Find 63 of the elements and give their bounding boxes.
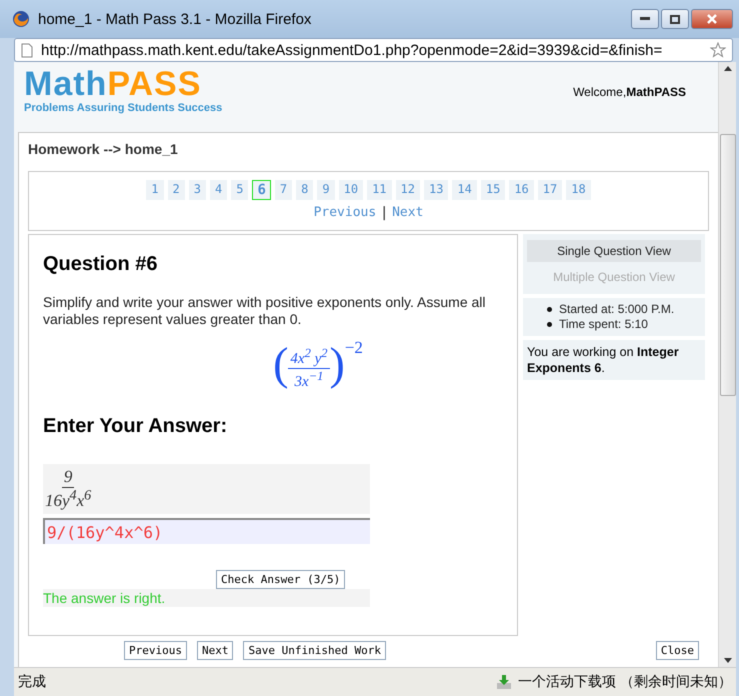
page-link[interactable]: 10 [338, 180, 364, 200]
view-tab[interactable]: Single Question View [527, 240, 701, 262]
minimize-button[interactable] [631, 9, 659, 29]
page-link[interactable]: 15 [480, 180, 506, 200]
page-link[interactable]: 11 [367, 180, 392, 200]
feedback-message: The answer is right. [43, 589, 370, 607]
answer-input[interactable]: 9/(16y^4x^6) [43, 518, 370, 544]
page-link[interactable]: 14 [452, 180, 477, 200]
page-link[interactable]: 8 [296, 180, 314, 200]
page-link[interactable]: 7 [274, 180, 292, 200]
info-item: Started at: 5:000 P.M. [559, 302, 674, 317]
maximize-button[interactable] [661, 9, 689, 29]
question-title: Question #6 [43, 253, 158, 276]
page-link[interactable]: 18 [566, 180, 591, 200]
footer-button[interactable]: Save Unfinished Work [243, 641, 386, 660]
welcome-text: Welcome,MathPASS [573, 85, 686, 99]
page-link[interactable]: 5 [231, 180, 248, 200]
bullet-icon [547, 307, 552, 312]
close-page-button[interactable]: Close [656, 641, 699, 660]
page-link[interactable]: 4 [210, 180, 228, 200]
star-icon[interactable] [710, 42, 726, 58]
download-icon [496, 674, 512, 690]
bullet-icon [547, 322, 552, 327]
breadcrumb: Homework --> home_1 [28, 141, 179, 157]
page-link[interactable]: 13 [424, 180, 448, 200]
next-link[interactable]: Next [392, 205, 424, 220]
parenthesis: ) [330, 340, 345, 388]
page-link[interactable]: 9 [317, 180, 335, 200]
parenthesis: ( [273, 340, 288, 388]
minimize-icon [640, 17, 650, 21]
close-icon [707, 14, 717, 24]
firefox-icon [12, 10, 30, 28]
address-field[interactable]: http://mathpass.math.kent.edu/takeAssignmentDo1.php?openmode=2&id=3939&cid=&finish= [14, 38, 733, 62]
scroll-up-icon[interactable] [724, 66, 732, 71]
working-on-text: You are working on Integer Exponents 6. [523, 340, 705, 380]
scroll-down-icon[interactable] [724, 658, 732, 663]
maximize-icon [670, 14, 680, 24]
logo-text: PASS [107, 65, 202, 103]
footer-button[interactable]: Next [196, 641, 234, 660]
footer-button[interactable]: Previous [124, 641, 187, 660]
answer-preview: 9 16y$^{4}$x$^{6}$ [43, 464, 370, 514]
page-link[interactable]: 17 [538, 180, 562, 200]
answer-heading: Enter Your Answer: [43, 415, 228, 438]
page-link[interactable]: 6 [252, 180, 271, 200]
separator: | [382, 204, 386, 221]
download-status: 一个活动下载项 （剩余时间未知） [518, 673, 732, 691]
page-link[interactable]: 2 [168, 180, 185, 200]
previous-link[interactable]: Previous [314, 205, 376, 220]
status-text: 完成 [18, 673, 47, 691]
page-link[interactable]: 1 [146, 180, 164, 200]
check-answer-button[interactable]: Check Answer (3/5) [216, 570, 346, 589]
logo-tagline: Problems Assuring Students Success [24, 102, 222, 114]
info-item: Time spent: 5:10 [559, 317, 648, 332]
scrollbar[interactable] [718, 62, 736, 667]
page-icon [21, 42, 33, 58]
logo-text: Math [24, 65, 108, 103]
view-tab[interactable]: Multiple Question View [527, 266, 701, 288]
question-text: Simplify and write your answer with positive exponents only. Assume all variables represent values greater than 0. [43, 294, 486, 328]
window-title: home_1 - Math Pass 3.1 - Mozilla Firefox [38, 10, 312, 28]
close-button[interactable] [691, 9, 733, 29]
page-link[interactable]: 12 [396, 180, 420, 200]
page-link[interactable]: 3 [188, 180, 206, 200]
page-link[interactable]: 16 [509, 180, 534, 200]
